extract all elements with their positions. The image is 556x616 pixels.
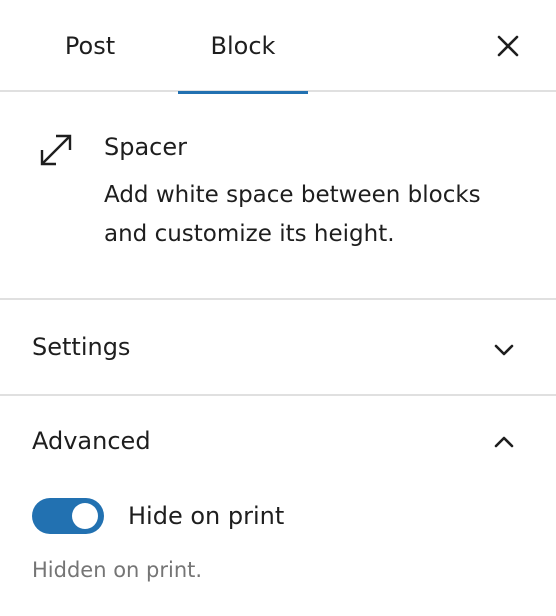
tab-block-label: Block (210, 32, 276, 60)
tab-post-label: Post (64, 32, 116, 60)
resize-arrows-icon (40, 134, 72, 166)
settings-panel-toggle[interactable]: Settings (0, 300, 556, 396)
hide-on-print-toggle[interactable] (32, 498, 104, 534)
close-sidebar-button[interactable] (492, 30, 524, 62)
sidebar-tabs: Post Block (0, 0, 556, 94)
block-card: Spacer Add white space between blocks an… (0, 92, 556, 300)
advanced-panel: Advanced Hide on print Hidden on print. (0, 396, 556, 616)
hide-on-print-label[interactable]: Hide on print (128, 502, 284, 530)
block-description: Add white space between blocks and custo… (104, 182, 481, 247)
block-title: Spacer (104, 133, 188, 161)
advanced-panel-title[interactable]: Advanced (32, 426, 151, 456)
tab-block[interactable]: Block (178, 0, 308, 94)
hide-on-print-control: Hide on print (32, 498, 284, 534)
hide-on-print-help-text: Hidden on print. (32, 558, 203, 582)
chevron-down-icon (494, 344, 514, 356)
close-icon (497, 35, 519, 57)
settings-panel-title: Settings (32, 333, 131, 361)
block-inspector-sidebar: Post Block Spacer Add white space betwee… (0, 0, 556, 616)
chevron-up-icon[interactable] (492, 430, 516, 454)
tab-post[interactable]: Post (40, 0, 140, 92)
toggle-knob (72, 503, 98, 529)
